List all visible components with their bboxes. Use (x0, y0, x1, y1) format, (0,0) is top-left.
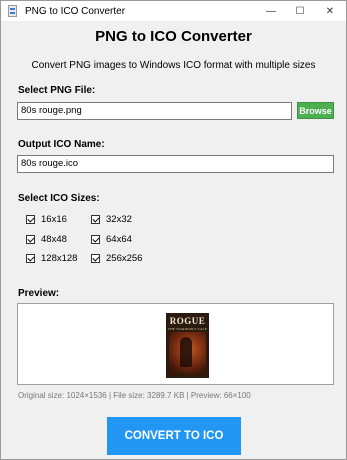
size-option-label: 128x128 (41, 253, 78, 264)
size-checkbox-16[interactable]: 16x16 (26, 214, 67, 225)
preview-panel: ROGUE THE WARRIOR'S TALE (17, 303, 334, 385)
size-option-label: 64x64 (106, 234, 132, 245)
size-checkbox-64[interactable]: 64x64 (91, 234, 132, 245)
minimize-button[interactable]: — (256, 1, 286, 21)
maximize-button[interactable]: ☐ (285, 1, 315, 21)
output-name-input[interactable]: 80s rouge.ico (17, 155, 334, 173)
png-file-label: Select PNG File: (18, 85, 96, 96)
size-option-label: 32x32 (106, 214, 132, 225)
checkbox-checked-icon (26, 215, 35, 224)
cover-figure (180, 337, 192, 367)
checkbox-checked-icon (26, 254, 35, 263)
window-title: PNG to ICO Converter (25, 5, 126, 17)
ico-sizes-label: Select ICO Sizes: (18, 193, 100, 204)
size-checkbox-256[interactable]: 256x256 (91, 253, 142, 264)
preview-label: Preview: (18, 288, 60, 299)
output-name-label: Output ICO Name: (18, 139, 105, 150)
size-checkbox-32[interactable]: 32x32 (91, 214, 132, 225)
app-window: PNG to ICO Converter — ☐ ✕ PNG to ICO Co… (0, 0, 347, 460)
convert-button[interactable]: CONVERT TO ICO (107, 417, 241, 455)
page-subtitle: Convert PNG images to Windows ICO format… (31, 60, 316, 71)
checkbox-checked-icon (91, 215, 100, 224)
checkbox-checked-icon (26, 235, 35, 244)
preview-info-text: Original size: 1024×1536 | File size: 32… (18, 391, 251, 400)
browse-button[interactable]: Browse (297, 102, 334, 119)
cover-title: ROGUE (169, 316, 206, 326)
size-option-label: 48x48 (41, 234, 67, 245)
size-checkbox-128[interactable]: 128x128 (26, 253, 77, 264)
app-icon (7, 5, 19, 17)
page-title: PNG to ICO Converter (95, 28, 252, 45)
size-option-label: 16x16 (41, 214, 67, 225)
size-checkbox-48[interactable]: 48x48 (26, 234, 67, 245)
cover-subtitle: THE WARRIOR'S TALE (167, 327, 208, 331)
checkbox-checked-icon (91, 254, 100, 263)
checkbox-checked-icon (91, 235, 100, 244)
size-option-label: 256x256 (106, 253, 143, 264)
preview-image: ROGUE THE WARRIOR'S TALE (166, 313, 209, 378)
png-file-input[interactable]: 80s rouge.png (17, 102, 292, 120)
close-button[interactable]: ✕ (315, 1, 345, 21)
title-bar: PNG to ICO Converter — ☐ ✕ (1, 1, 346, 21)
